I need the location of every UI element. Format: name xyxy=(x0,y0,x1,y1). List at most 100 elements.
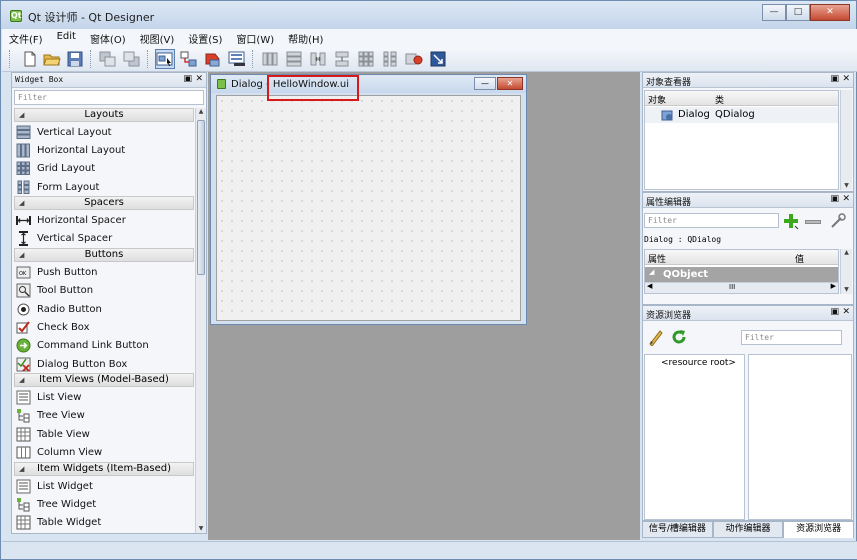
open-folder-icon[interactable] xyxy=(42,49,62,69)
form-close-button[interactable]: ✕ xyxy=(497,77,523,90)
widget-item[interactable]: Tree Widget xyxy=(16,495,96,513)
layout-vertical-icon[interactable] xyxy=(284,49,304,69)
minimize-button[interactable]: — xyxy=(762,4,786,21)
widget-item[interactable]: Tree View xyxy=(16,406,85,424)
widget-item[interactable]: Table View xyxy=(16,425,90,443)
category-spacers[interactable]: ◢ Spacers xyxy=(14,196,194,210)
edit-resources-icon[interactable] xyxy=(647,328,665,346)
bring-to-front-icon[interactable] xyxy=(122,49,142,69)
resource-list[interactable] xyxy=(748,354,852,520)
menu-help[interactable]: 帮助(H) xyxy=(281,29,330,46)
menu-form[interactable]: 窗体(O) xyxy=(83,29,133,46)
widget-item[interactable]: List View xyxy=(16,388,81,406)
widget-item[interactable]: OK Push Button xyxy=(16,263,97,281)
layout-form-icon[interactable] xyxy=(380,49,400,69)
property-editor-scrollbar[interactable]: ▲ ▼ xyxy=(840,249,852,294)
close-icon[interactable]: ✕ xyxy=(842,74,850,84)
layout-vertical-splitter-icon[interactable] xyxy=(332,49,352,69)
float-icon[interactable]: ▣ xyxy=(830,307,839,317)
remove-property-icon[interactable] xyxy=(805,220,821,224)
float-icon[interactable]: ▣ xyxy=(830,194,839,204)
column-object[interactable]: 对象 xyxy=(648,93,666,106)
widget-box-scrollbar[interactable]: ▲ ▼ xyxy=(195,108,206,533)
edit-signals-slots-icon[interactable] xyxy=(179,49,199,69)
widget-box-filter[interactable]: Filter xyxy=(14,90,204,105)
widget-item[interactable]: List Widget xyxy=(16,477,93,495)
widget-item[interactable]: Column View xyxy=(16,443,102,461)
menu-settings[interactable]: 设置(S) xyxy=(181,29,229,46)
svg-text:OK: OK xyxy=(19,271,27,277)
widget-item[interactable]: Form Layout xyxy=(16,178,99,196)
widget-item[interactable]: Horizontal Spacer xyxy=(16,211,126,229)
close-button[interactable]: ✕ xyxy=(810,4,850,21)
edit-buddies-icon[interactable] xyxy=(203,49,223,69)
layout-horizontal-icon[interactable] xyxy=(260,49,280,69)
scroll-grip[interactable]: III xyxy=(729,283,735,291)
widget-item[interactable]: Horizontal Layout xyxy=(16,141,125,159)
category-buttons[interactable]: ◢ Buttons xyxy=(14,248,194,262)
form-title-bar[interactable]: Dialog - HelloWindow.ui — ✕ xyxy=(211,75,526,93)
layout-grid-icon[interactable] xyxy=(356,49,376,69)
layout-horizontal-splitter-icon[interactable] xyxy=(308,49,328,69)
maximize-button[interactable]: □ xyxy=(786,4,810,21)
window-title: Qt 设计师 - Qt Designer xyxy=(28,11,155,24)
scroll-left-icon[interactable]: ◀ xyxy=(647,282,652,290)
configure-wrench-icon[interactable] xyxy=(829,212,847,230)
scroll-down-icon[interactable]: ▼ xyxy=(196,525,206,532)
category-item-widgets[interactable]: ◢ Item Widgets (Item-Based) xyxy=(14,462,194,476)
close-icon[interactable]: ✕ xyxy=(842,194,850,204)
property-filter[interactable]: Filter xyxy=(644,213,779,228)
property-hscrollbar[interactable]: ◀ III ▶ xyxy=(645,282,838,293)
form-minimize-button[interactable]: — xyxy=(474,77,496,90)
column-value[interactable]: 值 xyxy=(795,252,804,265)
category-item-views[interactable]: ◢ Item Views (Model-Based) xyxy=(14,373,194,387)
category-layouts[interactable]: ◢ Layouts xyxy=(14,108,194,122)
menu-view[interactable]: 视图(V) xyxy=(133,29,182,46)
widget-item[interactable]: Table Widget xyxy=(16,513,101,531)
scroll-right-icon[interactable]: ▶ xyxy=(831,282,836,290)
form-canvas[interactable] xyxy=(216,95,521,321)
reload-icon[interactable] xyxy=(670,328,688,346)
table-widget-icon xyxy=(16,515,31,529)
scroll-down-icon[interactable]: ▼ xyxy=(841,286,852,293)
widget-item[interactable]: Tool Button xyxy=(16,281,93,299)
scroll-up-icon[interactable]: ▲ xyxy=(196,108,206,115)
close-icon[interactable]: ✕ xyxy=(842,307,850,317)
resource-filter[interactable]: Filter xyxy=(741,330,842,345)
menu-file[interactable]: 文件(F) xyxy=(2,29,50,46)
widget-item[interactable]: Check Box xyxy=(16,318,90,336)
tab-resource-browser[interactable]: 资源浏览器 xyxy=(783,521,855,538)
adjust-size-icon[interactable] xyxy=(428,49,448,69)
widget-item[interactable]: Vertical Layout xyxy=(16,123,112,141)
scroll-down-icon[interactable]: ▼ xyxy=(841,182,852,189)
form-window[interactable]: Dialog - HelloWindow.ui — ✕ xyxy=(210,74,527,325)
object-row[interactable]: Dialog QDialog xyxy=(645,107,838,123)
float-icon[interactable]: ▣ xyxy=(830,74,839,84)
widget-item[interactable]: Vertical Spacer xyxy=(16,229,112,247)
expand-arrow-icon[interactable]: ◢ xyxy=(649,268,654,276)
column-class[interactable]: 类 xyxy=(715,93,724,106)
widget-item[interactable]: Command Link Button xyxy=(16,336,149,354)
float-icon[interactable]: ▣ xyxy=(183,74,192,84)
edit-tab-order-icon[interactable] xyxy=(227,49,247,69)
scrollbar-thumb[interactable] xyxy=(197,120,205,275)
tab-signal-slot-editor[interactable]: 信号/槽编辑器 xyxy=(642,521,713,538)
widget-item[interactable]: Dialog Button Box xyxy=(16,355,127,373)
resource-root[interactable]: <resource root> xyxy=(661,358,736,368)
property-group-row[interactable]: ◢ QObject xyxy=(645,267,838,282)
object-inspector-scrollbar[interactable]: ▼ xyxy=(840,90,852,190)
widget-item[interactable]: Radio Button xyxy=(16,300,102,318)
widget-item[interactable]: Grid Layout xyxy=(16,159,95,177)
add-property-icon[interactable] xyxy=(782,212,800,230)
break-layout-icon[interactable] xyxy=(404,49,424,69)
send-to-back-icon[interactable] xyxy=(98,49,118,69)
scroll-up-icon[interactable]: ▲ xyxy=(841,249,852,256)
menu-edit[interactable]: Edit xyxy=(50,29,83,46)
save-icon[interactable] xyxy=(65,49,85,69)
tab-action-editor[interactable]: 动作编辑器 xyxy=(712,521,784,538)
new-file-icon[interactable] xyxy=(20,49,40,69)
close-icon[interactable]: ✕ xyxy=(195,74,203,84)
menu-window[interactable]: 窗口(W) xyxy=(229,29,281,46)
column-property[interactable]: 属性 xyxy=(648,252,666,265)
edit-widgets-icon[interactable] xyxy=(155,49,175,69)
